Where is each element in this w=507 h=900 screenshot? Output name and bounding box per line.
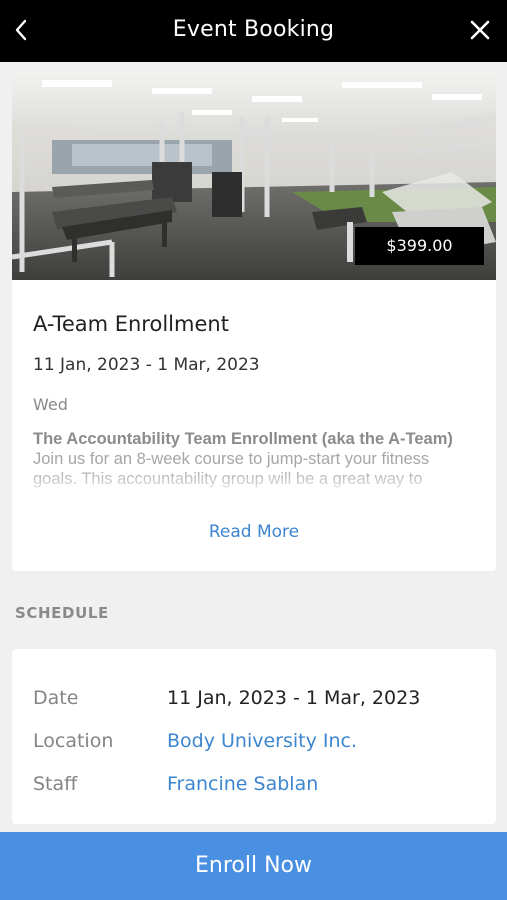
staff-link[interactable]: Francine Sablan — [167, 773, 318, 795]
event-card: $399.00 A-Team Enrollment 11 Jan, 2023 -… — [12, 72, 496, 571]
schedule-label: Location — [33, 730, 114, 752]
schedule-row-location: Location Body University Inc. — [12, 730, 496, 760]
description-heading: The Accountability Team Enrollment (aka … — [33, 430, 453, 448]
description-fade — [33, 468, 473, 496]
read-more-link[interactable]: Read More — [12, 522, 496, 542]
schedule-value: 11 Jan, 2023 - 1 Mar, 2023 — [167, 687, 421, 709]
schedule-label: Staff — [33, 773, 78, 795]
close-icon[interactable] — [467, 17, 493, 43]
schedule-row-date: Date 11 Jan, 2023 - 1 Mar, 2023 — [12, 687, 496, 717]
schedule-section-label: SCHEDULE — [15, 604, 109, 622]
schedule-row-staff: Staff Francine Sablan — [12, 773, 496, 803]
price-badge: $399.00 — [355, 227, 484, 265]
schedule-card: Date 11 Jan, 2023 - 1 Mar, 2023 Location… — [12, 649, 496, 824]
schedule-label: Date — [33, 687, 79, 709]
enroll-now-button[interactable]: Enroll Now — [0, 832, 507, 900]
event-day: Wed — [33, 395, 68, 414]
event-title: A-Team Enrollment — [33, 312, 229, 336]
event-dates: 11 Jan, 2023 - 1 Mar, 2023 — [33, 355, 260, 375]
top-bar: Event Booking — [0, 0, 507, 62]
event-booking-screen: Event Booking $399.00 A-Team Enrollment … — [0, 0, 507, 900]
event-image: $399.00 — [12, 72, 496, 280]
page-title: Event Booking — [172, 17, 335, 42]
location-link[interactable]: Body University Inc. — [167, 730, 357, 752]
